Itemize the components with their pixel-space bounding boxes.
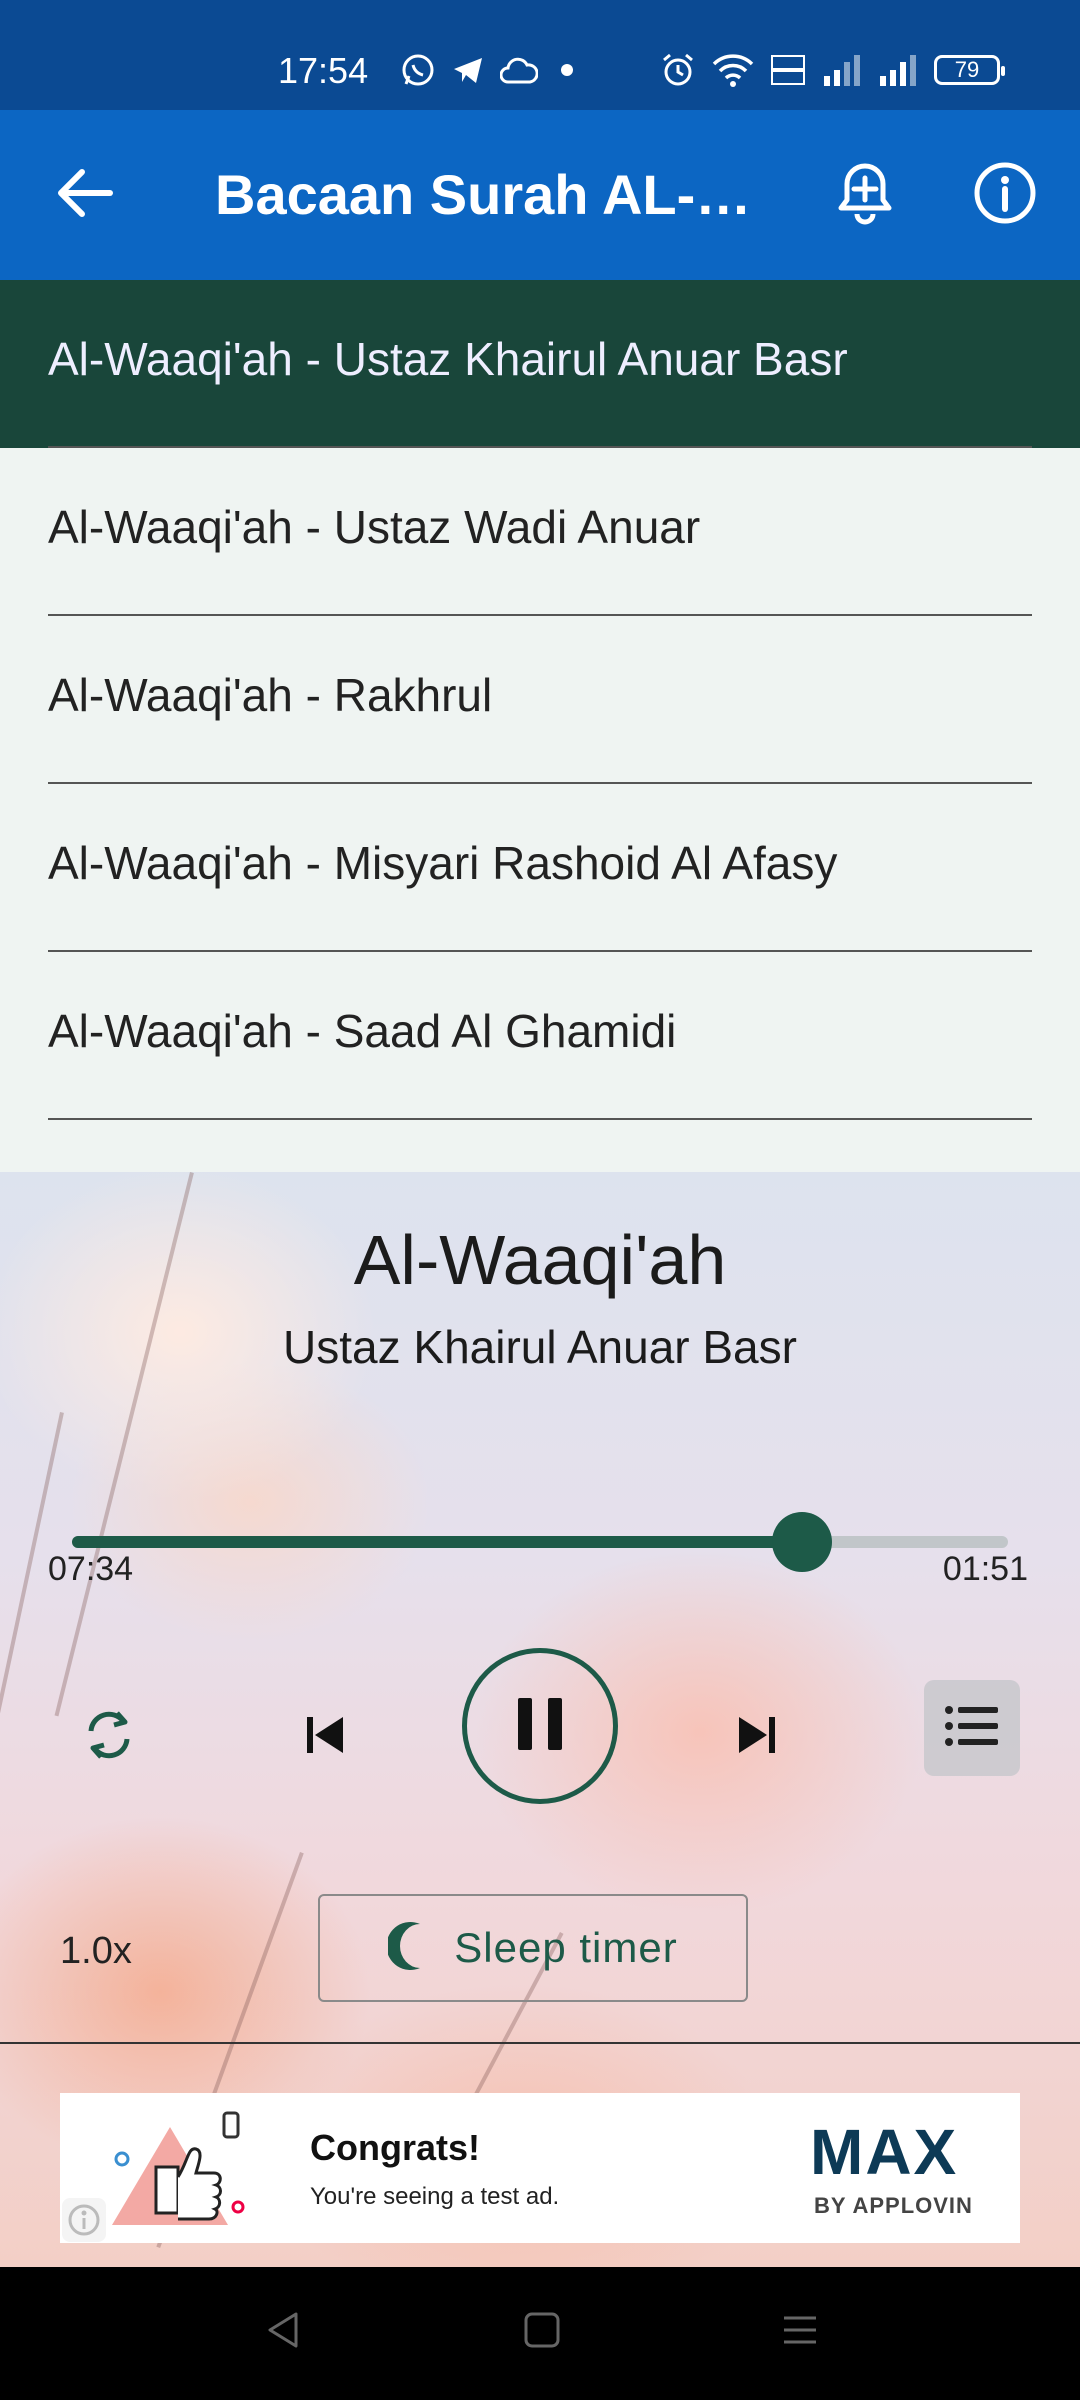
divider <box>0 2042 1080 2044</box>
list-item[interactable]: Al-Waaqi'ah - Ustaz Wadi Anuar <box>0 448 1080 616</box>
page-title: Bacaan Surah AL-Waaqi'ah <box>215 163 755 226</box>
info-button[interactable] <box>960 155 1050 235</box>
system-nav-bar <box>0 2267 1080 2400</box>
ad-brand-byline: BY APPLOVIN <box>814 2193 973 2218</box>
list-item[interactable]: Al-Waaqi'ah - Rakhrul <box>0 616 1080 784</box>
status-time: 17:54 <box>278 50 369 91</box>
status-notification-icons <box>400 48 582 92</box>
ad-subtitle: You're seeing a test ad. <box>310 2183 560 2210</box>
signal-icon <box>878 52 918 88</box>
pause-button[interactable] <box>462 1648 618 1804</box>
track-label: Al-Waaqi'ah - Ustaz Wadi Anuar <box>48 501 701 553</box>
bell-add-icon <box>835 160 895 231</box>
sleep-timer-label: Sleep timer <box>454 1924 678 1971</box>
app-bar: Bacaan Surah AL-Waaqi'ah <box>0 110 1080 280</box>
now-playing-artist: Ustaz Khairul Anuar Basr <box>283 1321 797 1373</box>
track-label: Al-Waaqi'ah - Ustaz Khairul Anuar Basr <box>48 333 848 385</box>
time-remaining: 01:51 <box>942 1550 1028 1588</box>
time-elapsed: 07:34 <box>48 1550 134 1588</box>
home-square-icon <box>522 2310 562 2355</box>
ad-illustration-icon <box>100 2107 270 2236</box>
info-icon <box>973 161 1037 230</box>
queue-list-icon <box>944 1704 1000 1753</box>
cloud-icon <box>500 52 538 88</box>
status-bar: 17:54 79 <box>0 0 1080 110</box>
back-arrow-icon <box>56 168 114 223</box>
nav-home-button[interactable] <box>502 2297 582 2367</box>
back-button[interactable] <box>40 155 130 235</box>
next-button[interactable] <box>712 1692 802 1782</box>
playlist: Al-Waaqi'ah - Ustaz Khairul Anuar Basr A… <box>0 280 1080 1173</box>
list-item[interactable]: Al-Waaqi'ah - Ustaz Khairul Anuar Basr <box>0 280 1080 448</box>
whatsapp-icon <box>400 52 436 88</box>
ad-banner[interactable]: Congrats! You're seeing a test ad. MAX B… <box>60 2093 1020 2243</box>
pause-icon <box>514 1696 566 1757</box>
status-system-icons: 79 <box>660 48 1005 92</box>
moon-icon <box>386 1920 432 1977</box>
divider <box>48 1118 1032 1120</box>
player-panel: Al-Waaqi'ah Ustaz Khairul Anuar Basr 07:… <box>0 1172 1080 2267</box>
seek-slider[interactable] <box>72 1512 1008 1572</box>
battery-icon: 79 <box>934 55 1005 85</box>
ad-title: Congrats! <box>310 2127 480 2168</box>
playback-speed[interactable]: 1.0x <box>60 1930 132 1973</box>
signal-icon <box>822 52 862 88</box>
dot-icon <box>552 52 582 88</box>
ad-info-icon[interactable] <box>62 2198 106 2242</box>
track-label: Al-Waaqi'ah - Rakhrul <box>48 669 493 721</box>
track-label: Al-Waaqi'ah - Saad Al Ghamidi <box>48 1005 677 1057</box>
repeat-button[interactable] <box>64 1692 154 1782</box>
queue-button[interactable] <box>924 1680 1020 1776</box>
back-triangle-icon <box>264 2310 304 2355</box>
now-playing-title: Al-Waaqi'ah <box>353 1221 727 1299</box>
alarm-icon <box>660 52 696 88</box>
telegram-icon <box>450 52 486 88</box>
previous-button[interactable] <box>280 1692 370 1782</box>
seek-progress <box>72 1536 803 1548</box>
skip-previous-icon <box>303 1713 347 1762</box>
track-label: Al-Waaqi'ah - Misyari Rashoid Al Afasy <box>48 837 838 889</box>
list-item[interactable]: Al-Waaqi'ah - Saad Al Ghamidi <box>0 952 1080 1120</box>
seek-thumb[interactable] <box>772 1512 833 1572</box>
list-item[interactable]: Al-Waaqi'ah - Misyari Rashoid Al Afasy <box>0 784 1080 952</box>
ad-brand-logo: MAX <box>810 2116 959 2188</box>
repeat-icon <box>81 1705 137 1770</box>
notification-subscribe-button[interactable] <box>820 155 910 235</box>
recents-menu-icon <box>780 2310 820 2355</box>
sleep-timer-button[interactable]: Sleep timer <box>318 1894 748 2002</box>
wifi-icon <box>712 52 754 88</box>
nav-recents-button[interactable] <box>760 2297 840 2367</box>
nav-back-button[interactable] <box>244 2297 324 2367</box>
volte-icon <box>770 52 806 88</box>
skip-next-icon <box>735 1713 779 1762</box>
